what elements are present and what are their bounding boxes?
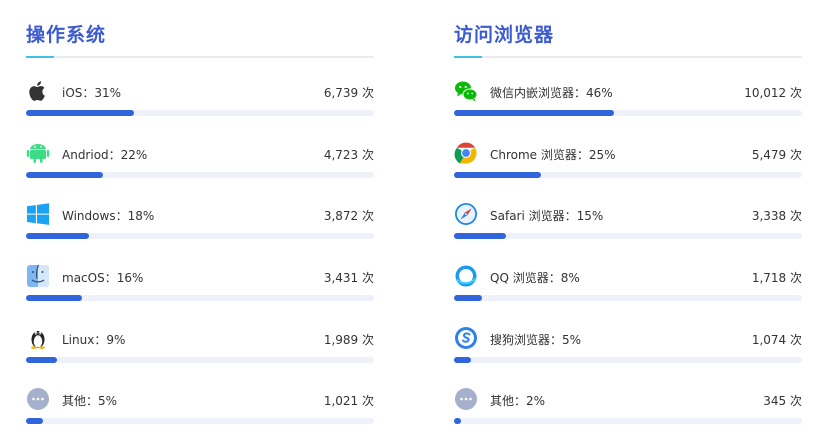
os-title-accent	[26, 56, 54, 58]
browser-label: 搜狗浏览器：5%	[490, 333, 582, 347]
browser-progress-fill	[454, 295, 482, 301]
os-progress-track	[26, 110, 374, 116]
browser-count: 345 次	[763, 394, 802, 408]
os-count: 1,021 次	[323, 394, 374, 408]
macos-finder-icon	[26, 264, 50, 288]
os-progress-track	[26, 418, 374, 424]
more-icon	[454, 387, 478, 411]
browser-row-wechat: 微信内嵌浏览器：46% 10,012 次	[454, 77, 802, 121]
os-row-other: 其他：5% 1,021 次	[26, 385, 374, 429]
browser-panel-title: 访问浏览器	[454, 24, 555, 46]
os-count: 3,431 次	[323, 271, 374, 285]
browser-title-accent	[454, 56, 482, 58]
os-row-linux: Linux：9% 1,989 次	[26, 324, 374, 368]
browser-row-other: 其他：2% 345 次	[454, 385, 802, 429]
os-panel: 操作系统 iOS：31% 6,739 次 Andriod：22% 4,723 次…	[26, 0, 374, 445]
browser-progress-track	[454, 172, 802, 178]
wechat-icon	[454, 79, 478, 103]
browser-progress-track	[454, 357, 802, 363]
browser-row-sogou: 搜狗浏览器：5% 1,074 次	[454, 324, 802, 368]
browser-panel: 访问浏览器 微信内嵌浏览器：46% 10,012 次 Chrome 浏览器：25…	[454, 0, 802, 445]
browser-label: 其他：2%	[490, 394, 546, 408]
os-row-macos: macOS：16% 3,431 次	[26, 262, 374, 306]
browser-count: 1,074 次	[751, 333, 802, 347]
os-progress-fill	[26, 233, 89, 239]
browser-label: 微信内嵌浏览器：46%	[490, 86, 613, 100]
browser-count: 5,479 次	[751, 148, 802, 162]
safari-icon	[454, 202, 478, 226]
os-label: macOS：16%	[62, 271, 144, 285]
apple-icon	[26, 79, 50, 103]
browser-row-qq: QQ 浏览器：8% 1,718 次	[454, 262, 802, 306]
browser-progress-track	[454, 233, 802, 239]
os-progress-fill	[26, 172, 103, 178]
os-progress-track	[26, 233, 374, 239]
os-row-ios: iOS：31% 6,739 次	[26, 77, 374, 121]
os-label: Windows：18%	[62, 209, 155, 223]
os-row-windows: Windows：18% 3,872 次	[26, 200, 374, 244]
os-progress-fill	[26, 110, 134, 116]
os-progress-track	[26, 172, 374, 178]
android-icon	[26, 141, 50, 165]
browser-label: Safari 浏览器：15%	[490, 209, 604, 223]
browser-count: 3,338 次	[751, 209, 802, 223]
browser-row-chrome: Chrome 浏览器：25% 5,479 次	[454, 139, 802, 183]
os-label: Andriod：22%	[62, 148, 148, 162]
os-label: Linux：9%	[62, 333, 126, 347]
browser-label: Chrome 浏览器：25%	[490, 148, 616, 162]
browser-progress-fill	[454, 357, 472, 363]
browser-progress-track	[454, 295, 802, 301]
os-count: 1,989 次	[323, 333, 374, 347]
browser-count: 10,012 次	[744, 86, 802, 100]
qq-browser-icon	[454, 264, 478, 288]
browser-progress-fill	[454, 418, 461, 424]
browser-count: 1,718 次	[751, 271, 802, 285]
sogou-icon	[454, 326, 478, 350]
os-label: 其他：5%	[62, 394, 118, 408]
more-icon	[26, 387, 50, 411]
os-progress-track	[26, 357, 374, 363]
browser-progress-track	[454, 418, 802, 424]
browser-row-safari: Safari 浏览器：15% 3,338 次	[454, 200, 802, 244]
os-progress-fill	[26, 295, 82, 301]
os-count: 6,739 次	[323, 86, 374, 100]
os-count: 4,723 次	[323, 148, 374, 162]
browser-title-divider	[454, 56, 802, 58]
os-title-divider	[26, 56, 374, 58]
linux-penguin-icon	[26, 326, 50, 350]
os-progress-fill	[26, 357, 58, 363]
os-row-android: Andriod：22% 4,723 次	[26, 139, 374, 183]
browser-progress-fill	[454, 233, 507, 239]
os-label: iOS：31%	[62, 86, 122, 100]
chrome-icon	[454, 141, 478, 165]
os-progress-track	[26, 295, 374, 301]
browser-progress-fill	[454, 110, 615, 116]
browser-progress-track	[454, 110, 802, 116]
os-panel-title: 操作系统	[26, 24, 107, 46]
browser-progress-fill	[454, 172, 541, 178]
os-count: 3,872 次	[323, 209, 374, 223]
os-progress-fill	[26, 418, 44, 424]
browser-label: QQ 浏览器：8%	[490, 271, 580, 285]
windows-icon	[26, 202, 50, 226]
